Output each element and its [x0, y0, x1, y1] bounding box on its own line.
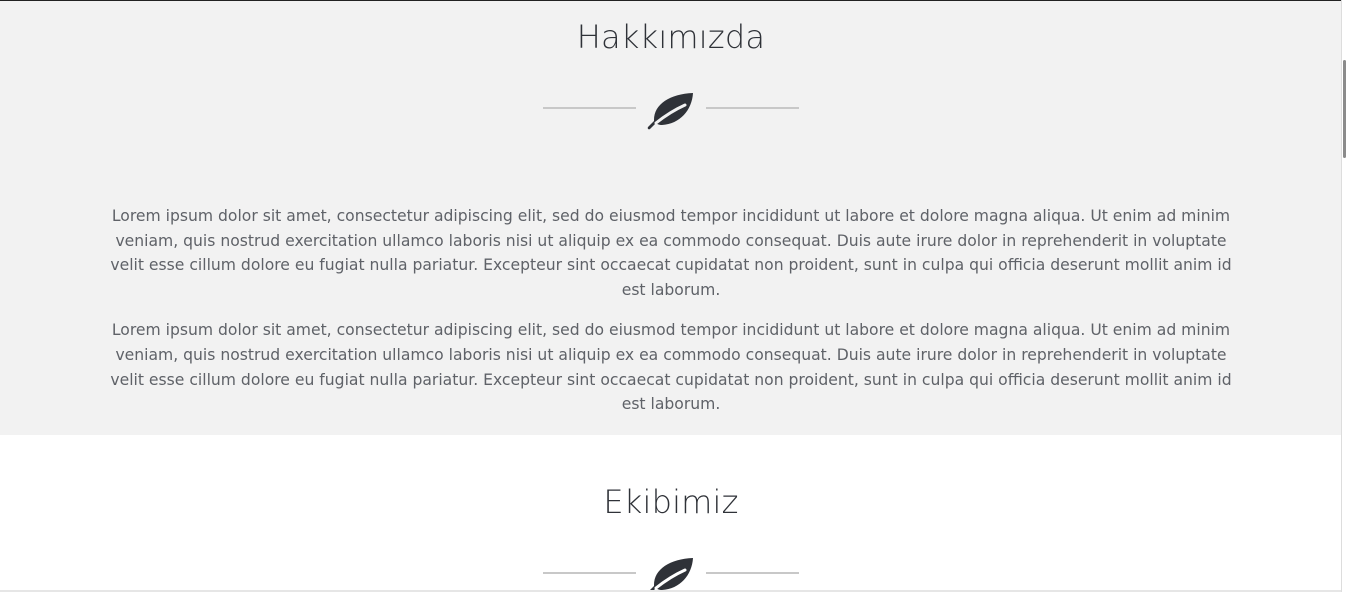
divider-line-left — [543, 107, 636, 109]
divider-line-left — [543, 572, 636, 574]
divider-line-right — [706, 572, 799, 574]
scrollbar-thumb[interactable] — [1343, 60, 1346, 158]
about-section: Hakkımızda Lorem ipsum dolor sit amet, c… — [0, 0, 1342, 435]
page: Hakkımızda Lorem ipsum dolor sit amet, c… — [0, 0, 1347, 592]
about-paragraph: Lorem ipsum dolor sit amet, consectetur … — [110, 321, 1232, 414]
about-content: Lorem ipsum dolor sit amet, consectetur … — [104, 204, 1238, 433]
about-paragraph: Lorem ipsum dolor sit amet, consectetur … — [110, 207, 1232, 299]
divider-line-right — [706, 107, 799, 109]
about-title: Hakkımızda — [576, 18, 766, 56]
team-divider — [543, 553, 799, 592]
leaf-icon — [648, 558, 693, 592]
leaf-icon — [647, 93, 693, 130]
top-border — [0, 0, 1342, 1]
team-title: Ekibimiz — [603, 483, 739, 521]
vertical-scrollbar[interactable] — [1341, 0, 1347, 592]
about-divider — [543, 88, 799, 130]
team-section: Ekibimiz — [0, 435, 1342, 592]
